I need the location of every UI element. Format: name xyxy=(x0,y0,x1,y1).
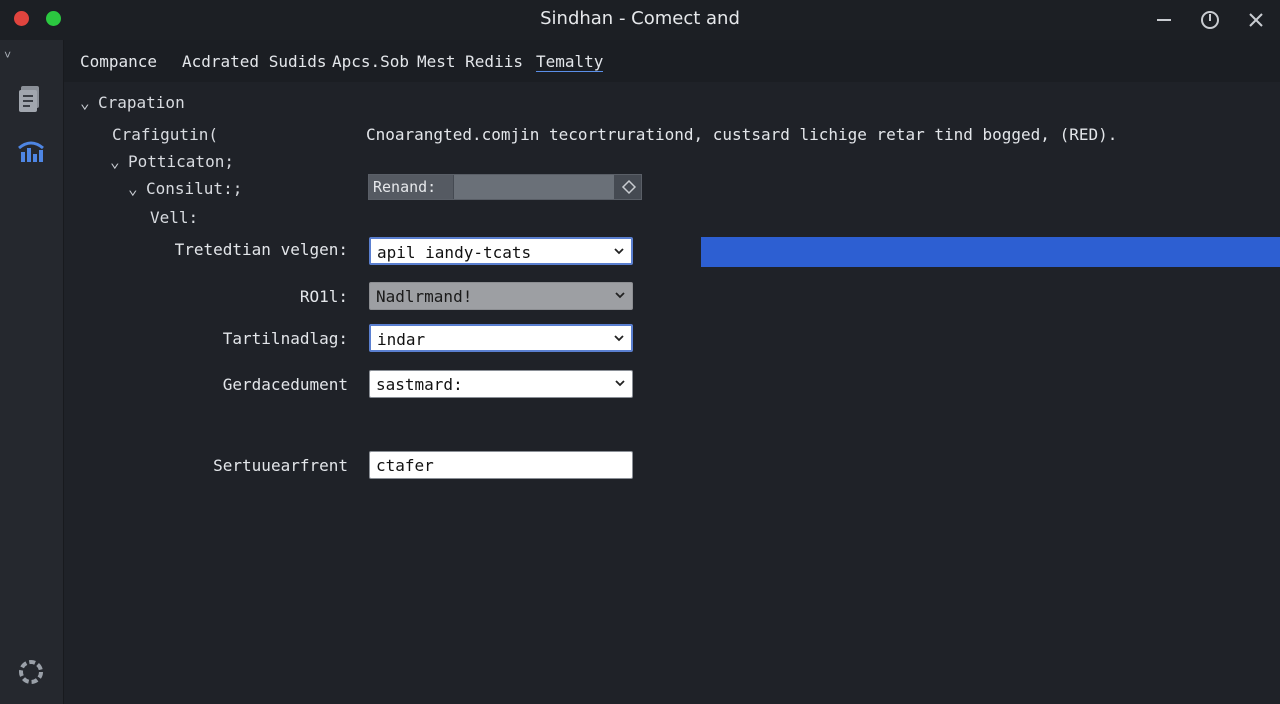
tree-item-child2[interactable]: ⌄ Potticaton; xyxy=(110,152,234,171)
menu-item-compance[interactable]: Compance xyxy=(80,52,157,71)
progress-bar xyxy=(701,237,1280,267)
chevron-down-icon: ⌄ xyxy=(80,93,90,112)
close-icon[interactable] xyxy=(1244,8,1268,32)
field1-select[interactable]: apil iandy-tcats xyxy=(369,237,633,265)
document-icon[interactable] xyxy=(15,82,47,114)
description-text: Cnoarangted.comjin tecortrurationd, cust… xyxy=(366,125,1118,144)
field4-value: sastmard: xyxy=(376,375,463,394)
field2-label: RO1l: xyxy=(299,287,348,306)
field3-value: indar xyxy=(377,330,426,349)
sidebar: ˅ xyxy=(0,40,64,704)
menu-item-apcs-sob[interactable]: Apcs.Sob xyxy=(332,52,409,71)
field2-select[interactable]: Nadlrmand! xyxy=(369,282,633,310)
tree-item-child4[interactable]: Vell: xyxy=(150,208,198,227)
settings-icon[interactable] xyxy=(15,656,47,688)
rename-field: Renand: xyxy=(368,174,642,200)
window-title: Sindhan - Comect and xyxy=(540,8,740,29)
field4-select[interactable]: sastmard: xyxy=(369,370,633,398)
tree-item-child3[interactable]: ⌄ Consilut:; xyxy=(128,179,242,198)
field5-label: Sertuuearfrent xyxy=(213,456,348,475)
field3-label: Tartilnadlag: xyxy=(222,329,348,348)
chevron-down-icon: ⌄ xyxy=(110,152,120,171)
chevron-down-icon xyxy=(614,248,624,255)
menu-bar: Compance Acdrated Sudids Apcs.Sob Mest R… xyxy=(64,40,1280,82)
field2-value: Nadlrmand! xyxy=(376,287,473,306)
tree-item-child1[interactable]: Crafigutin( xyxy=(112,125,218,144)
rename-label: Renand: xyxy=(369,175,453,199)
chevron-down-icon xyxy=(615,380,625,387)
chevron-down-icon xyxy=(615,292,625,299)
sidebar-chevron-icon[interactable]: ˅ xyxy=(4,48,11,63)
field5-input[interactable]: ctafer xyxy=(369,451,633,479)
chevron-down-icon xyxy=(614,335,624,342)
main-content: ⌄ Crapation Crafigutin( ⌄ Potticaton; ⌄ Con… xyxy=(64,82,1280,704)
power-icon[interactable] xyxy=(1198,8,1222,32)
field4-label: Gerdacedument xyxy=(222,375,348,394)
menu-item-temalty[interactable]: Temalty xyxy=(536,52,604,72)
field1-label: Tretedtian velgen: xyxy=(174,240,348,259)
minimize-icon[interactable] xyxy=(1152,8,1176,32)
title-bar: Sindhan - Comect and xyxy=(0,0,1280,40)
chevron-down-icon: ⌄ xyxy=(128,179,138,198)
chart-icon[interactable] xyxy=(15,136,47,168)
menu-item-acdrated-sudids[interactable]: Acdrated Sudids xyxy=(182,52,327,71)
field3-select[interactable]: indar xyxy=(369,324,633,352)
menu-item-mest-rediis[interactable]: Mest Rediis xyxy=(417,52,523,71)
rename-input[interactable] xyxy=(454,175,614,199)
tree-item-root[interactable]: ⌄ Crapation xyxy=(80,93,185,112)
diamond-icon[interactable] xyxy=(621,179,637,195)
field1-value: apil iandy-tcats xyxy=(377,243,532,262)
field5-value: ctafer xyxy=(376,456,434,475)
progress-fill xyxy=(701,237,1280,267)
